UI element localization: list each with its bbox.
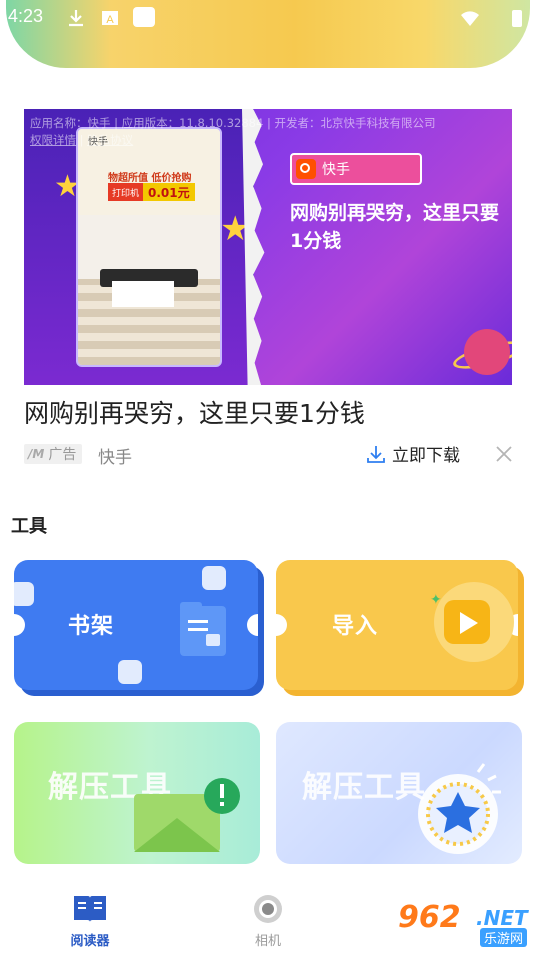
puzzle-decoration [202, 566, 226, 590]
phone-headline: 物超所值 低价抢购 [108, 173, 192, 184]
ad-app-meta: 应用名称：快手 | 应用版本：11.8.10.32884 | 开发者：北京快手科… [30, 115, 436, 149]
privacy-link[interactable]: 隐私协议 [87, 133, 133, 147]
card-notch [14, 614, 25, 636]
ad-tag: /M 广告 [24, 444, 83, 464]
folder-icon [180, 602, 226, 656]
import-card[interactable]: 导入 ✦ [276, 560, 518, 690]
card-notch [276, 614, 287, 636]
a-icon: A [102, 11, 118, 26]
unzip-tool-card[interactable]: 解压工具 [14, 722, 260, 864]
book-icon [74, 896, 106, 922]
advertiser-name: 快手 [98, 448, 132, 468]
square-icon [133, 7, 155, 27]
ad-slogan: 网购别再哭穷，这里只要1分钱 [290, 202, 500, 252]
status-bar: 4:23 A [0, 0, 536, 36]
unzip-tool-card-2[interactable]: 解压工具 [276, 722, 522, 864]
ad-brand-name: 快手 [322, 162, 350, 178]
download-label: 立即下载 [392, 446, 460, 466]
puzzle-decoration [118, 660, 142, 684]
envelope-icon [134, 778, 240, 852]
nav-reader[interactable]: 阅读器 [60, 892, 120, 949]
bookshelf-card[interactable]: 书架 [14, 560, 258, 690]
download-icon [69, 10, 83, 27]
download-button[interactable]: 立即下载 [366, 441, 460, 466]
watermark-suffix: .NET [476, 906, 528, 930]
nav-reader-label: 阅读器 [70, 934, 110, 949]
phone-product: 打印机 [108, 183, 144, 201]
bookshelf-label: 书架 [68, 614, 115, 639]
camera-icon [254, 895, 282, 923]
phone-price-box: 打印机 0.01元 [108, 183, 195, 201]
site-watermark: 962 .NET 乐游网 [398, 900, 530, 950]
tools-section-title: 工具 [11, 516, 47, 537]
permissions-link[interactable]: 权限详情 [30, 133, 76, 147]
planet-icon [464, 329, 510, 375]
card-notch [247, 614, 258, 636]
ad-banner[interactable]: ★ ★ 快手 物超所值 低价抢购 打印机 0.01元 应用名称：快手 | 应用版… [24, 109, 512, 385]
wifi-icon [461, 11, 479, 26]
star-badge-icon [418, 763, 501, 854]
meta-separator: | [76, 133, 88, 147]
ad-info-bar: /M 广告 快手 立即下载 [24, 440, 514, 468]
svg-text:A: A [106, 14, 114, 26]
watermark-text: 乐游网 [480, 928, 528, 947]
phone-price: 0.01元 [143, 183, 195, 201]
import-label: 导入 [332, 614, 379, 639]
kuaishou-logo-tag: 快手 [290, 153, 422, 185]
ad-title[interactable]: 网购别再哭穷，这里只要1分钱 [24, 394, 365, 430]
ad-meta-line: 应用名称：快手 | 应用版本：11.8.10.32884 | 开发者：北京快手科… [30, 116, 436, 130]
puzzle-decoration [14, 582, 34, 606]
ad-mark-icon: /M [28, 447, 45, 461]
close-icon[interactable] [494, 442, 514, 466]
battery-icon [512, 10, 522, 27]
download-icon [367, 445, 385, 463]
kuaishou-icon [296, 159, 316, 179]
nav-camera-label: 相机 [254, 934, 281, 949]
nav-camera[interactable]: 相机 [238, 892, 298, 949]
ad-meta-links: 权限详情 | 隐私协议 [30, 132, 436, 149]
ad-phone-mockup: 快手 物超所值 低价抢购 打印机 0.01元 [76, 127, 222, 367]
paper-image [112, 281, 174, 307]
ad-tag-label: 广告 [48, 447, 77, 463]
play-icon: ✦ [430, 582, 514, 662]
status-time: 4:23 [8, 6, 44, 26]
watermark-number: 962 [398, 900, 461, 935]
svg-text:✦: ✦ [430, 592, 442, 608]
